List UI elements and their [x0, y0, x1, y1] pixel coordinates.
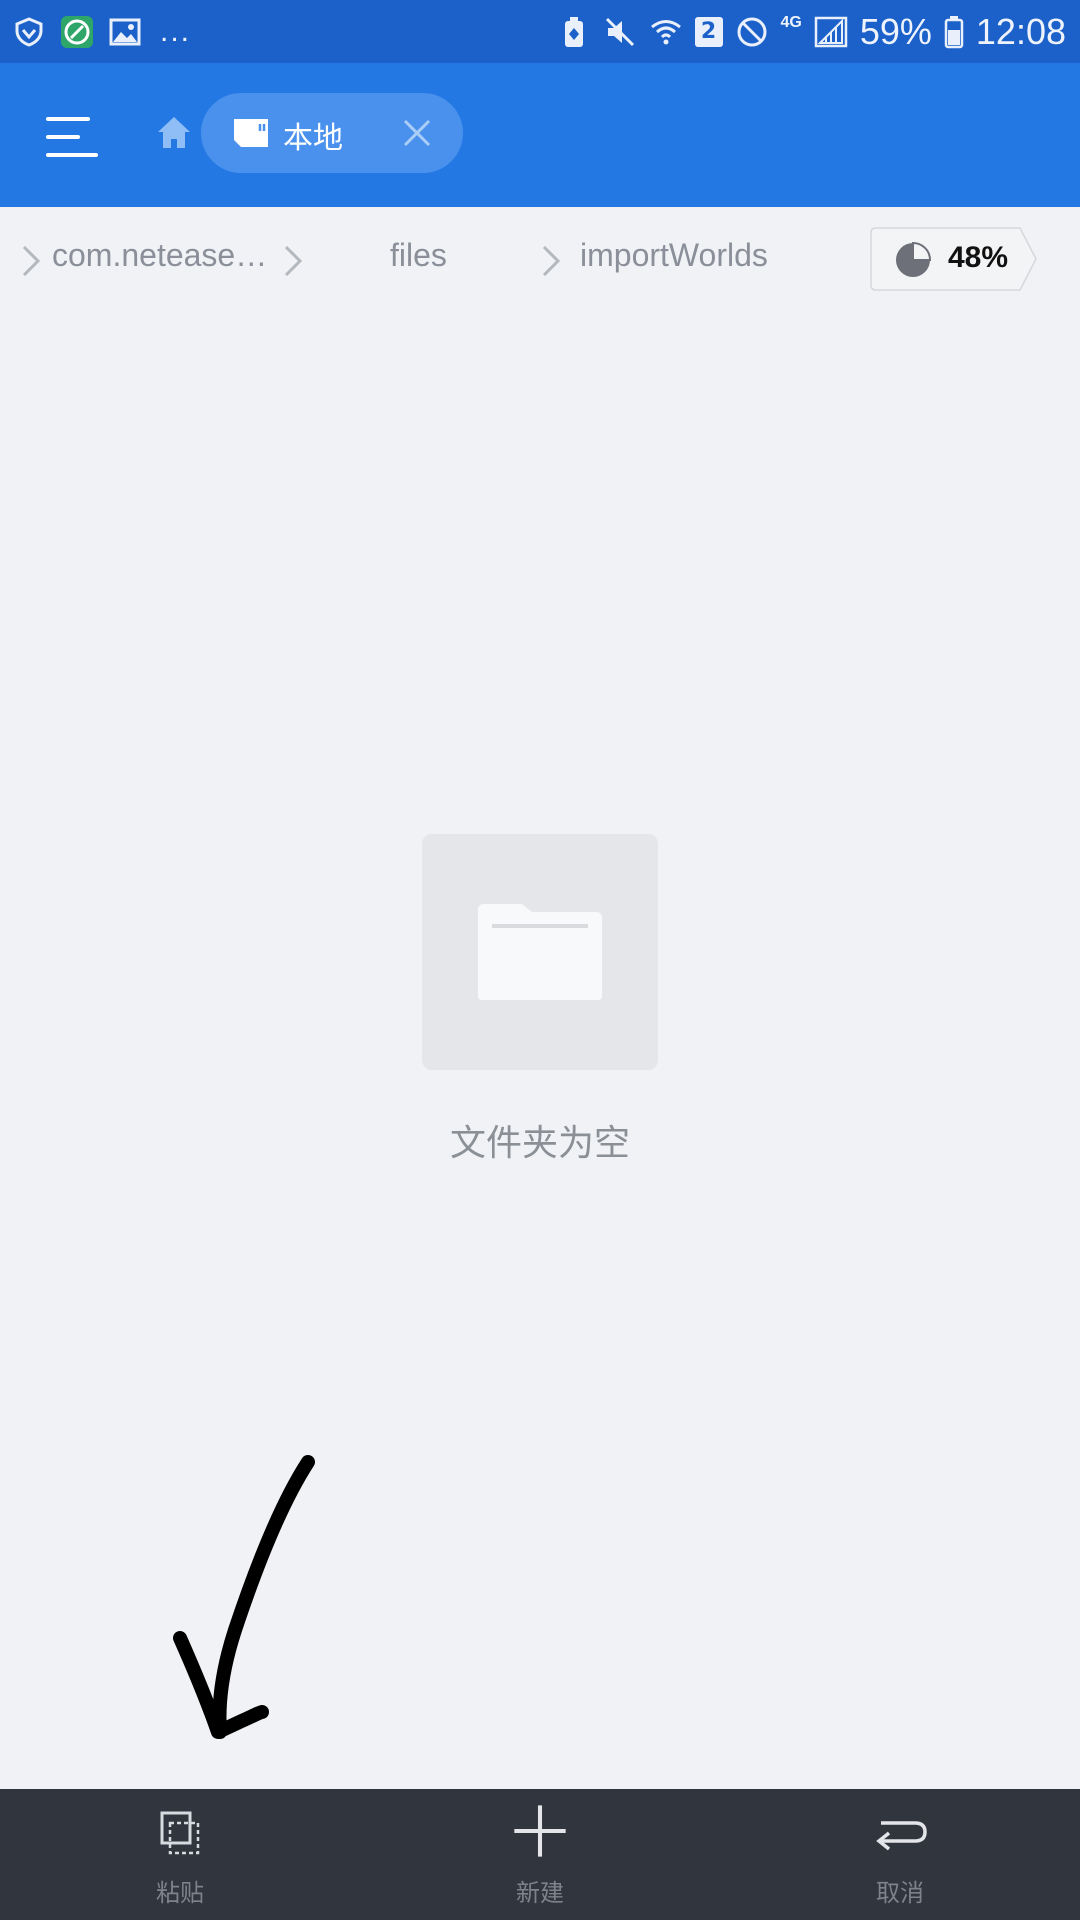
storage-usage-button[interactable]: 48%	[870, 227, 1038, 291]
plus-icon	[514, 1805, 566, 1857]
app-bar: 本地	[0, 63, 1080, 207]
notification-overflow: ...	[160, 14, 192, 48]
wifi-icon	[649, 15, 683, 49]
pie-chart-icon	[896, 241, 932, 277]
new-button[interactable]: 新建	[440, 1789, 640, 1920]
folder-icon	[478, 904, 602, 1000]
cancel-button[interactable]: 取消	[800, 1789, 1000, 1920]
sd-card-icon	[231, 115, 271, 151]
undo-icon	[876, 1821, 927, 1851]
battery-icon	[944, 15, 964, 49]
sim-slot-badge: 2	[694, 16, 723, 47]
app-icon	[60, 15, 94, 49]
close-icon[interactable]	[399, 115, 435, 151]
clock: 12:08	[975, 10, 1066, 52]
battery-saver-icon	[557, 15, 591, 49]
cancel-label: 取消	[876, 1879, 924, 1907]
tab-label: 本地	[283, 121, 343, 156]
empty-folder-illustration	[422, 834, 658, 1070]
hand-drawn-arrow	[173, 1455, 315, 1739]
image-icon	[108, 15, 142, 49]
new-label: 新建	[516, 1879, 564, 1907]
network-type: 4G	[780, 14, 802, 31]
breadcrumb-item-current[interactable]: importWorlds	[580, 237, 768, 274]
storage-usage-percent: 48%	[948, 241, 1009, 274]
paste-button[interactable]: 粘贴	[80, 1789, 280, 1920]
paste-icon	[160, 1811, 200, 1855]
no-disturb-icon	[735, 15, 769, 49]
battery-percent: 59%	[859, 10, 932, 52]
chevron-right-icon	[22, 245, 41, 277]
mute-icon	[603, 15, 637, 49]
empty-folder-message: 文件夹为空	[449, 1123, 630, 1164]
home-icon[interactable]	[152, 111, 196, 155]
breadcrumb-item[interactable]: com.netease…	[52, 237, 267, 274]
breadcrumb-item[interactable]: files	[390, 237, 447, 274]
chevron-right-icon	[284, 245, 303, 277]
paste-label: 粘贴	[156, 1879, 204, 1907]
status-bar: ... 2 4G 59% 12:08	[0, 0, 1080, 63]
breadcrumb: com.netease… files importWorlds 48%	[0, 207, 1080, 317]
menu-icon[interactable]	[38, 107, 108, 167]
signal-icon	[814, 15, 848, 49]
chevron-right-icon	[542, 245, 561, 277]
bottom-toolbar: 粘贴 新建 取消	[0, 1789, 1080, 1920]
tab-local[interactable]: 本地	[201, 93, 463, 173]
shield-icon	[12, 15, 46, 49]
